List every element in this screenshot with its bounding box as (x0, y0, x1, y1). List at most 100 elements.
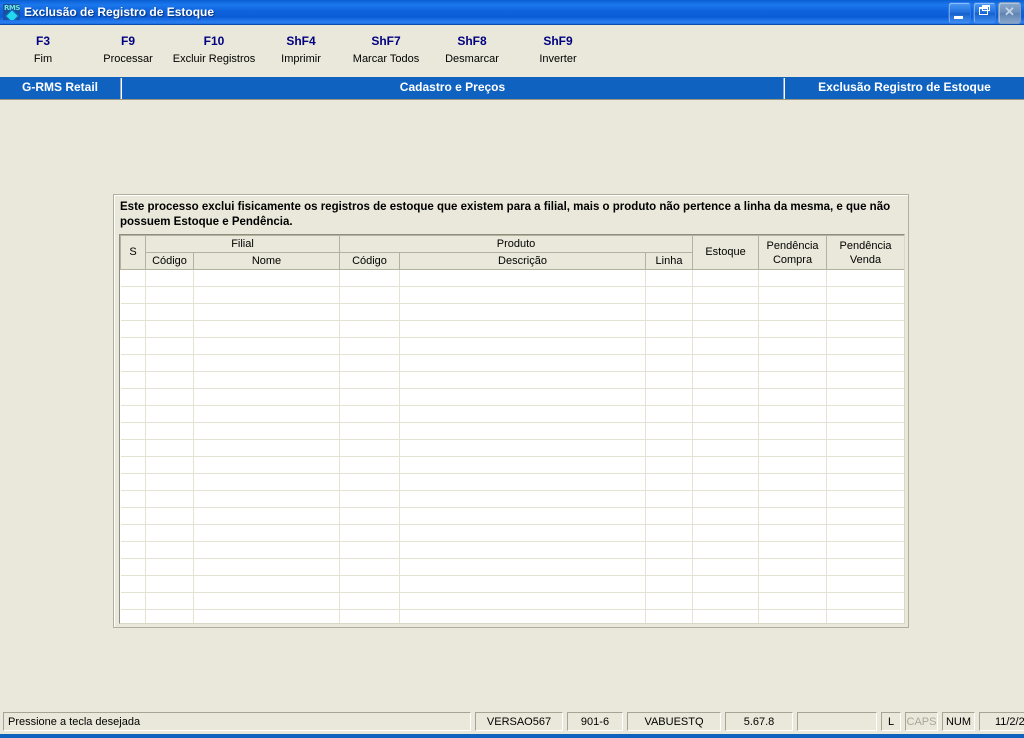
table-cell[interactable] (193, 303, 340, 321)
table-row[interactable] (120, 337, 904, 355)
table-cell[interactable] (193, 439, 340, 457)
table-cell[interactable] (645, 524, 694, 542)
table-cell[interactable] (399, 286, 646, 304)
table-cell[interactable] (193, 354, 340, 372)
table-cell[interactable] (758, 337, 828, 355)
table-cell[interactable] (399, 592, 646, 610)
table-cell[interactable] (758, 320, 828, 338)
table-cell[interactable] (339, 269, 400, 287)
nav-system-name[interactable]: G-RMS Retail (0, 77, 120, 99)
table-cell[interactable] (339, 303, 400, 321)
table-cell[interactable] (399, 422, 646, 440)
table-cell[interactable] (826, 490, 904, 508)
table-row[interactable] (120, 507, 904, 525)
table-cell[interactable] (120, 405, 146, 423)
table-cell[interactable] (826, 456, 904, 474)
table-cell[interactable] (120, 422, 146, 440)
table-cell[interactable] (193, 422, 340, 440)
table-row[interactable] (120, 269, 904, 287)
table-cell[interactable] (145, 337, 194, 355)
table-cell[interactable] (399, 354, 646, 372)
table-cell[interactable] (826, 541, 904, 559)
table-row[interactable] (120, 541, 904, 559)
table-cell[interactable] (193, 320, 340, 338)
table-cell[interactable] (692, 320, 760, 338)
table-row[interactable] (120, 388, 904, 406)
table-cell[interactable] (758, 371, 828, 389)
table-cell[interactable] (399, 337, 646, 355)
table-cell[interactable] (145, 541, 194, 559)
table-cell[interactable] (120, 456, 146, 474)
minimize-button[interactable] (948, 2, 971, 24)
table-cell[interactable] (399, 371, 646, 389)
table-cell[interactable] (339, 541, 400, 559)
stock-records-grid[interactable]: S Filial Produto Estoque Pendência Compr… (119, 234, 905, 624)
table-cell[interactable] (645, 507, 694, 525)
table-cell[interactable] (826, 269, 904, 287)
toolbar-button-shf9[interactable]: ShF9 Inverter (483, 34, 633, 66)
table-row[interactable] (120, 473, 904, 491)
table-cell[interactable] (758, 558, 828, 576)
table-cell[interactable] (692, 303, 760, 321)
table-cell[interactable] (692, 524, 760, 542)
column-header-filial-codigo[interactable]: Código (145, 252, 194, 270)
table-cell[interactable] (399, 490, 646, 508)
table-cell[interactable] (145, 371, 194, 389)
table-cell[interactable] (120, 541, 146, 559)
table-row[interactable] (120, 303, 904, 321)
table-row[interactable] (120, 439, 904, 457)
table-cell[interactable] (145, 269, 194, 287)
table-cell[interactable] (193, 524, 340, 542)
table-cell[interactable] (826, 371, 904, 389)
table-cell[interactable] (826, 575, 904, 593)
table-cell[interactable] (758, 354, 828, 372)
table-cell[interactable] (120, 388, 146, 406)
table-cell[interactable] (645, 388, 694, 406)
table-cell[interactable] (692, 456, 760, 474)
table-cell[interactable] (145, 473, 194, 491)
table-cell[interactable] (145, 609, 194, 623)
table-cell[interactable] (145, 558, 194, 576)
table-cell[interactable] (193, 286, 340, 304)
table-cell[interactable] (145, 592, 194, 610)
table-cell[interactable] (120, 320, 146, 338)
table-cell[interactable] (339, 507, 400, 525)
table-cell[interactable] (193, 337, 340, 355)
table-cell[interactable] (826, 354, 904, 372)
table-cell[interactable] (758, 609, 828, 623)
table-cell[interactable] (399, 303, 646, 321)
table-cell[interactable] (193, 269, 340, 287)
table-cell[interactable] (193, 592, 340, 610)
table-row[interactable] (120, 524, 904, 542)
table-row[interactable] (120, 592, 904, 610)
table-cell[interactable] (692, 286, 760, 304)
table-cell[interactable] (399, 473, 646, 491)
table-cell[interactable] (826, 388, 904, 406)
table-row[interactable] (120, 558, 904, 576)
table-cell[interactable] (193, 558, 340, 576)
table-cell[interactable] (826, 422, 904, 440)
table-cell[interactable] (120, 269, 146, 287)
table-cell[interactable] (145, 405, 194, 423)
table-cell[interactable] (193, 371, 340, 389)
table-cell[interactable] (645, 575, 694, 593)
table-cell[interactable] (692, 405, 760, 423)
table-cell[interactable] (145, 303, 194, 321)
table-cell[interactable] (758, 286, 828, 304)
table-cell[interactable] (339, 388, 400, 406)
column-header-estoque[interactable]: Estoque (692, 235, 760, 270)
table-cell[interactable] (120, 592, 146, 610)
table-cell[interactable] (339, 286, 400, 304)
table-cell[interactable] (692, 507, 760, 525)
table-cell[interactable] (120, 558, 146, 576)
table-cell[interactable] (193, 456, 340, 474)
table-cell[interactable] (145, 524, 194, 542)
table-cell[interactable] (692, 558, 760, 576)
table-row[interactable] (120, 456, 904, 474)
table-cell[interactable] (145, 439, 194, 457)
table-cell[interactable] (692, 541, 760, 559)
table-cell[interactable] (645, 354, 694, 372)
table-cell[interactable] (339, 456, 400, 474)
table-cell[interactable] (339, 337, 400, 355)
table-cell[interactable] (645, 456, 694, 474)
